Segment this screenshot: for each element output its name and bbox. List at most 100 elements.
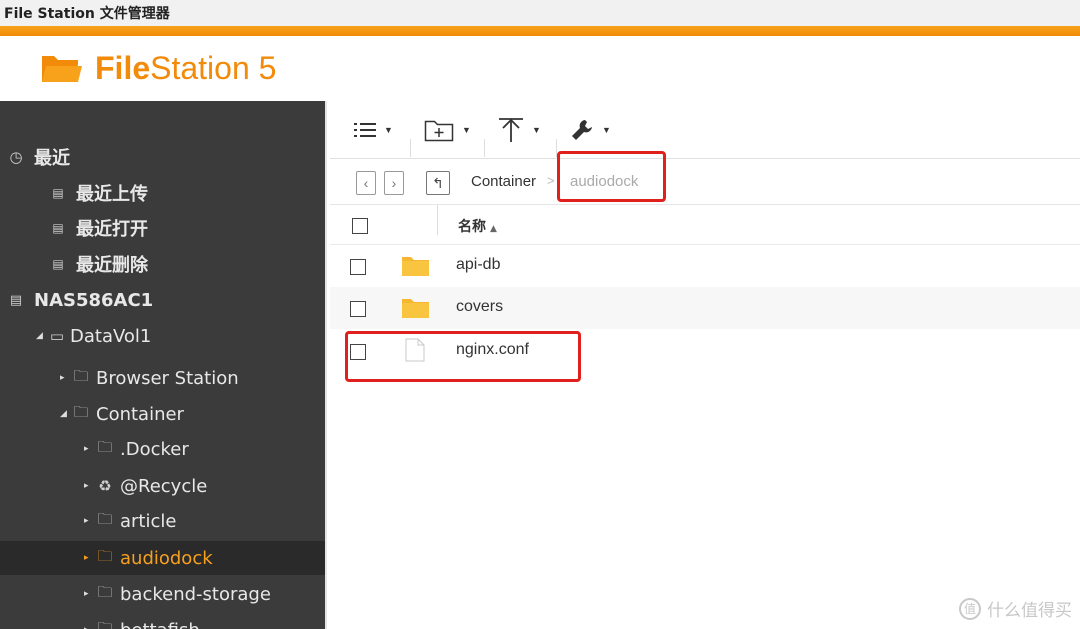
collapsed-arrow-icon[interactable]: ▸: [60, 373, 72, 383]
sort-ascending-icon: ▲: [490, 224, 497, 234]
list-icon: ▤: [52, 257, 64, 271]
forward-button[interactable]: ›: [384, 171, 404, 195]
toolbar-divider: [484, 139, 485, 157]
zhi-icon: 值: [959, 597, 981, 620]
tools-button[interactable]: ▼: [570, 115, 611, 145]
annotation-box-nginx: [345, 331, 581, 382]
breadcrumb-separator: >: [547, 173, 555, 188]
chevron-down-icon: ▼: [532, 125, 541, 135]
logo-bold: File: [95, 50, 151, 86]
sidebar-item-label: Container: [96, 403, 184, 425]
folder-icon: 🗀: [73, 366, 89, 385]
column-header-name[interactable]: 名称 ▲: [458, 216, 497, 236]
folder-icon: [402, 299, 429, 318]
list-icon: ▤: [52, 221, 64, 235]
new-folder-button[interactable]: ▼: [424, 115, 471, 145]
row-checkbox[interactable]: [350, 301, 366, 317]
breadcrumb-container[interactable]: Container: [471, 173, 536, 190]
list-view-icon: [354, 123, 376, 137]
chevron-left-icon: ‹: [363, 175, 369, 191]
upload-icon: [499, 118, 523, 142]
file-row[interactable]: covers: [330, 287, 1080, 329]
chevron-down-icon: ▼: [602, 125, 611, 135]
sidebar-item-recycle[interactable]: ▸ ♻ @Recycle: [84, 469, 207, 503]
return-arrow-icon: ↰: [432, 174, 444, 191]
column-header-label: 名称: [458, 219, 486, 235]
view-mode-button[interactable]: ▼: [354, 115, 393, 145]
chevron-down-icon: ▼: [462, 125, 471, 135]
server-icon: ▤: [9, 292, 23, 308]
folder-icon: 🗀: [73, 402, 89, 421]
collapsed-arrow-icon[interactable]: ▸: [84, 516, 96, 526]
sidebar-item-label: 最近删除: [76, 255, 148, 276]
collapsed-arrow-icon[interactable]: ▸: [84, 625, 96, 629]
sidebar-item-label: bettafish: [120, 620, 200, 629]
wrench-icon: [572, 120, 592, 140]
upload-button[interactable]: ▼: [498, 115, 541, 145]
select-all-checkbox[interactable]: [352, 218, 368, 234]
sidebar-item-audiodock[interactable]: ▸ 🗀 audiodock: [0, 541, 325, 575]
sidebar-item-docker[interactable]: ▸ 🗀 .Docker: [84, 432, 189, 466]
sidebar-item-label: 最近上传: [76, 184, 148, 205]
folder-icon: 🗀: [97, 618, 113, 629]
path-bar: ‹ › ↰ Container > audiodock: [330, 159, 1080, 205]
sidebar-item-recent-upload[interactable]: ▤ 最近上传: [48, 176, 148, 210]
file-row[interactable]: api-db: [330, 245, 1080, 287]
collapsed-arrow-icon[interactable]: ▸: [84, 481, 96, 491]
logo-rest: Station 5: [150, 50, 277, 86]
app-logo: FileStation 5: [95, 50, 276, 87]
sidebar-item-label: NAS586AC1: [34, 289, 154, 311]
collapsed-arrow-icon[interactable]: ▸: [84, 589, 96, 599]
column-divider[interactable]: [437, 205, 438, 235]
expanded-arrow-icon[interactable]: ◢: [60, 409, 72, 419]
collapsed-arrow-icon[interactable]: ▸: [84, 444, 96, 454]
clock-icon: ◷: [9, 148, 23, 166]
expanded-arrow-icon[interactable]: ◢: [36, 331, 48, 341]
annotation-box-breadcrumb: [557, 151, 666, 202]
sidebar-item-label: backend-storage: [120, 583, 271, 605]
sidebar-item-label: @Recycle: [120, 475, 208, 497]
sidebar-item-recent-delete[interactable]: ▤ 最近删除: [48, 247, 148, 281]
sidebar-item-label: .Docker: [120, 438, 189, 460]
folder-icon: [402, 257, 429, 276]
chevron-down-icon: ▼: [384, 125, 393, 135]
sidebar-item-label: 最近: [34, 148, 70, 169]
toolbar-divider: [410, 139, 411, 157]
sidebar-item-article[interactable]: ▸ 🗀 article: [84, 504, 176, 538]
folder-icon: 🗀: [97, 437, 113, 456]
sidebar-item-label: Browser Station: [96, 367, 239, 389]
sidebar-item-label: audiodock: [120, 547, 213, 569]
new-folder-icon: [424, 120, 454, 142]
sidebar-item-label: article: [120, 510, 177, 532]
recycle-icon: ♻: [98, 477, 112, 495]
sidebar-item-backend-storage[interactable]: ▸ 🗀 backend-storage: [84, 577, 271, 611]
app-header: FileStation 5: [0, 36, 1080, 101]
sidebar-item-browser-station[interactable]: ▸ 🗀 Browser Station: [60, 361, 239, 395]
sidebar-item-label: DataVol1: [70, 325, 152, 347]
folder-icon: 🗀: [97, 509, 113, 528]
sidebar-item-label: 最近打开: [76, 219, 148, 240]
sidebar-item-recent[interactable]: ◷ 最近: [8, 140, 70, 174]
folder-icon: 🗀: [97, 546, 113, 565]
file-name: api-db: [456, 256, 501, 273]
chevron-right-icon: ›: [391, 175, 397, 191]
drive-icon: ▭: [49, 327, 65, 345]
sidebar-item-nas[interactable]: ▤ NAS586AC1: [8, 283, 153, 317]
sidebar-divider[interactable]: [325, 101, 327, 629]
collapsed-arrow-icon[interactable]: ▸: [84, 553, 96, 563]
row-checkbox[interactable]: [350, 259, 366, 275]
parent-folder-button[interactable]: ↰: [426, 171, 450, 195]
folder-logo-icon: [42, 56, 82, 82]
folder-tree-sidebar: ◷ 最近 ▤ 最近上传 ▤ 最近打开 ▤ 最近删除 ▤ NAS586AC1 ◢ …: [0, 101, 327, 629]
back-button[interactable]: ‹: [356, 171, 376, 195]
toolbar: ▼ ▼ ▼ ▼: [330, 101, 1080, 159]
sidebar-item-container[interactable]: ◢ 🗀 Container: [60, 397, 184, 431]
sidebar-item-recent-open[interactable]: ▤ 最近打开: [48, 211, 148, 245]
window-titlebar: File Station 文件管理器: [0, 0, 1080, 26]
sidebar-item-datavol1[interactable]: ◢ ▭ DataVol1: [36, 319, 151, 353]
watermark: 值 什么值得买: [959, 596, 1072, 621]
watermark-text: 什么值得买: [987, 601, 1072, 620]
file-list-header: 名称 ▲: [330, 205, 1080, 245]
sidebar-item-bettafish[interactable]: ▸ 🗀 bettafish: [84, 613, 200, 629]
file-name: covers: [456, 298, 504, 315]
